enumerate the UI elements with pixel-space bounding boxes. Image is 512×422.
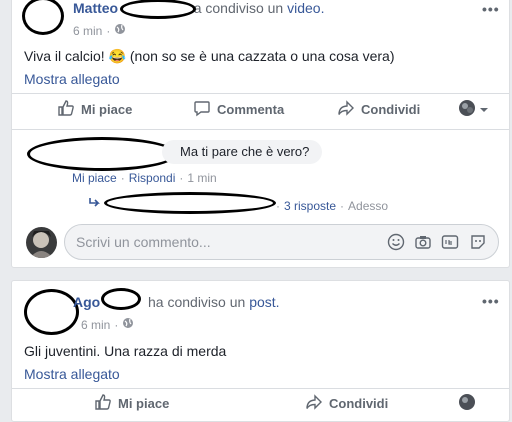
comment-button[interactable]: Commenta [193, 99, 284, 120]
author-name[interactable]: Ago [73, 294, 100, 310]
more-options-icon[interactable]: ••• [482, 1, 500, 17]
shared-object-link[interactable]: video. [287, 0, 324, 16]
thumbs-up-icon [94, 393, 112, 414]
comment-actions: Mi piace · Rispondi · 1 min [72, 171, 217, 185]
redacted-name [101, 288, 141, 310]
replier-name-redacted [104, 192, 276, 214]
post-meta: 6 min · [81, 317, 134, 332]
sticker-icon[interactable] [469, 233, 487, 254]
reply-time: Adesso [348, 199, 389, 213]
author-name[interactable]: Matteo [73, 0, 118, 16]
redacted-name [120, 0, 196, 19]
share-label: Condividi [361, 102, 421, 117]
replies-link[interactable]: 3 risposte [284, 199, 336, 213]
audience-selector[interactable] [458, 99, 489, 120]
show-attachment-link[interactable]: Mostra allegato [24, 366, 120, 382]
post-text: Viva il calcio! 😂 (non so se è una cazza… [24, 48, 395, 64]
comment-label: Commenta [217, 102, 285, 117]
author-avatar[interactable] [22, 0, 64, 35]
post-time[interactable]: 6 min [73, 24, 102, 38]
comment-time[interactable]: 1 min [187, 171, 216, 185]
share-button[interactable]: Condividi [337, 99, 420, 120]
divider [12, 93, 509, 94]
more-options-icon[interactable]: ••• [482, 293, 500, 309]
like-label: Mi piace [118, 396, 170, 411]
comment-input-placeholder: Scrivi un commento... [76, 234, 211, 250]
share-button[interactable]: Condividi [305, 393, 388, 414]
show-attachment-link[interactable]: Mostra allegato [24, 71, 120, 87]
share-arrow-icon [337, 99, 355, 120]
globe-icon [122, 317, 134, 332]
replies-row: · 3 risposte · Adesso [276, 199, 389, 213]
chevron-down-icon [479, 102, 489, 117]
comment-reply-link[interactable]: Rispondi [129, 171, 176, 185]
comment-bubble: Ma ti pare che è vero? [162, 140, 322, 164]
post-card: Ago ha condiviso un post. 6 min · ••• Gl… [11, 280, 510, 422]
user-avatar-icon[interactable] [458, 393, 476, 414]
emoji-icon[interactable] [387, 233, 405, 254]
author-avatar[interactable] [24, 289, 79, 335]
post-text: Gli juventini. Una razza di merda [24, 343, 227, 359]
post-action-text: ha condiviso un [185, 0, 284, 16]
post-time[interactable]: 6 min [81, 318, 110, 332]
post-meta: 6 min · [73, 23, 126, 38]
speech-bubble-icon [193, 99, 211, 120]
post-card: Matteo ha condiviso un video. 6 min · ••… [11, 0, 510, 268]
shared-object-link[interactable]: post. [249, 294, 279, 310]
like-button[interactable]: Mi piace [57, 99, 132, 120]
thumbs-up-icon [57, 99, 75, 120]
post-action-text: ha condiviso un [148, 294, 246, 310]
current-user-avatar[interactable] [26, 227, 57, 258]
gif-icon[interactable] [441, 233, 459, 254]
post-header: Matteo ha condiviso un video. [73, 0, 324, 16]
share-arrow-icon [305, 393, 323, 414]
divider [12, 129, 509, 130]
like-button[interactable]: Mi piace [94, 393, 169, 414]
divider [12, 388, 509, 389]
globe-icon [114, 23, 126, 38]
comment-like-link[interactable]: Mi piace [72, 171, 117, 185]
reply-arrow-icon [88, 197, 102, 212]
user-avatar-icon [458, 99, 476, 120]
comment-input[interactable]: Scrivi un commento... [64, 224, 499, 260]
commenter-avatar[interactable] [27, 137, 177, 171]
camera-icon[interactable] [414, 233, 432, 254]
like-label: Mi piace [81, 102, 133, 117]
comment-text: Ma ti pare che è vero? [180, 144, 310, 159]
share-label: Condividi [329, 396, 389, 411]
